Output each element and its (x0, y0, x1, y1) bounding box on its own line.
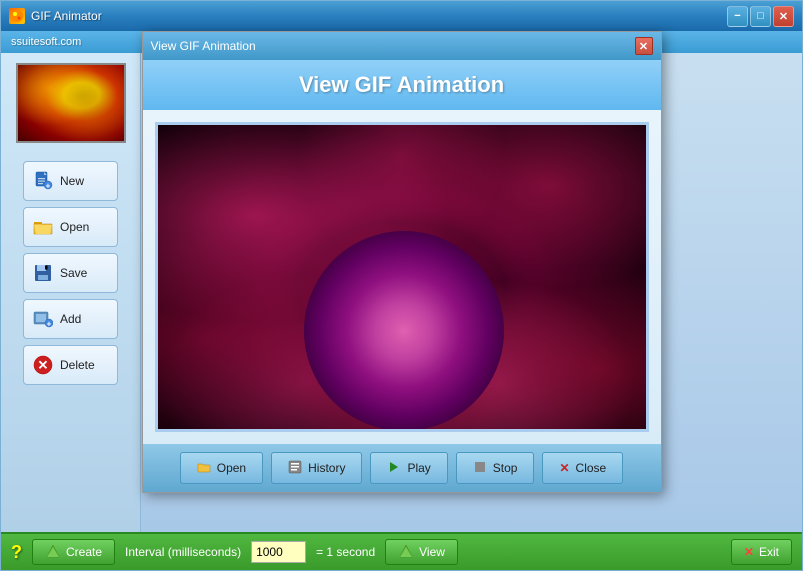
modal-open-button[interactable]: Open (180, 452, 263, 484)
view-icon (398, 543, 414, 562)
modal-header: View GIF Animation (143, 60, 661, 110)
exit-button[interactable]: ✕ Exit (731, 539, 792, 565)
modal-dialog-close-button[interactable]: ✕ Close (542, 452, 623, 484)
modal-overlay: View GIF Animation ✕ View GIF Animation (1, 1, 802, 532)
create-label: Create (66, 545, 102, 559)
view-button[interactable]: View (385, 539, 458, 565)
modal-open-label: Open (217, 461, 246, 475)
modal-title: View GIF Animation (151, 39, 256, 53)
modal-play-label: Play (407, 461, 430, 475)
modal-play-button[interactable]: Play (370, 452, 447, 484)
open-folder-icon (197, 460, 211, 477)
history-icon (288, 460, 302, 477)
create-button[interactable]: Create (32, 539, 115, 565)
modal-title-bar: View GIF Animation ✕ (143, 32, 661, 60)
gif-preview-area (155, 122, 649, 432)
equals-label: = 1 second (316, 545, 375, 559)
modal-history-button[interactable]: History (271, 452, 362, 484)
view-label: View (419, 545, 445, 559)
interval-label: Interval (milliseconds) (125, 545, 241, 559)
main-window: GIF Animator − □ ✕ ssuitesoft.com (0, 0, 803, 571)
modal-stop-button[interactable]: Stop (456, 452, 535, 484)
play-icon (387, 460, 401, 477)
flower-center (304, 231, 504, 431)
modal-close-label: Close (576, 461, 607, 475)
exit-label: Exit (759, 545, 779, 559)
modal-header-text: View GIF Animation (299, 72, 504, 97)
exit-x-icon: ✕ (744, 545, 754, 559)
modal-dialog: View GIF Animation ✕ View GIF Animation (142, 31, 662, 493)
modal-history-label: History (308, 461, 345, 475)
help-button[interactable]: ? (11, 542, 22, 563)
create-icon (45, 543, 61, 562)
status-bar: ? Create Interval (milliseconds) = 1 sec… (1, 532, 802, 570)
stop-icon (473, 460, 487, 477)
modal-footer: Open History (143, 444, 661, 492)
modal-stop-label: Stop (493, 461, 518, 475)
interval-input[interactable] (251, 541, 306, 563)
modal-close-button[interactable]: ✕ (635, 37, 653, 55)
close-x-icon: ✕ (559, 461, 569, 475)
flower-image (158, 125, 646, 429)
modal-content (143, 110, 661, 444)
